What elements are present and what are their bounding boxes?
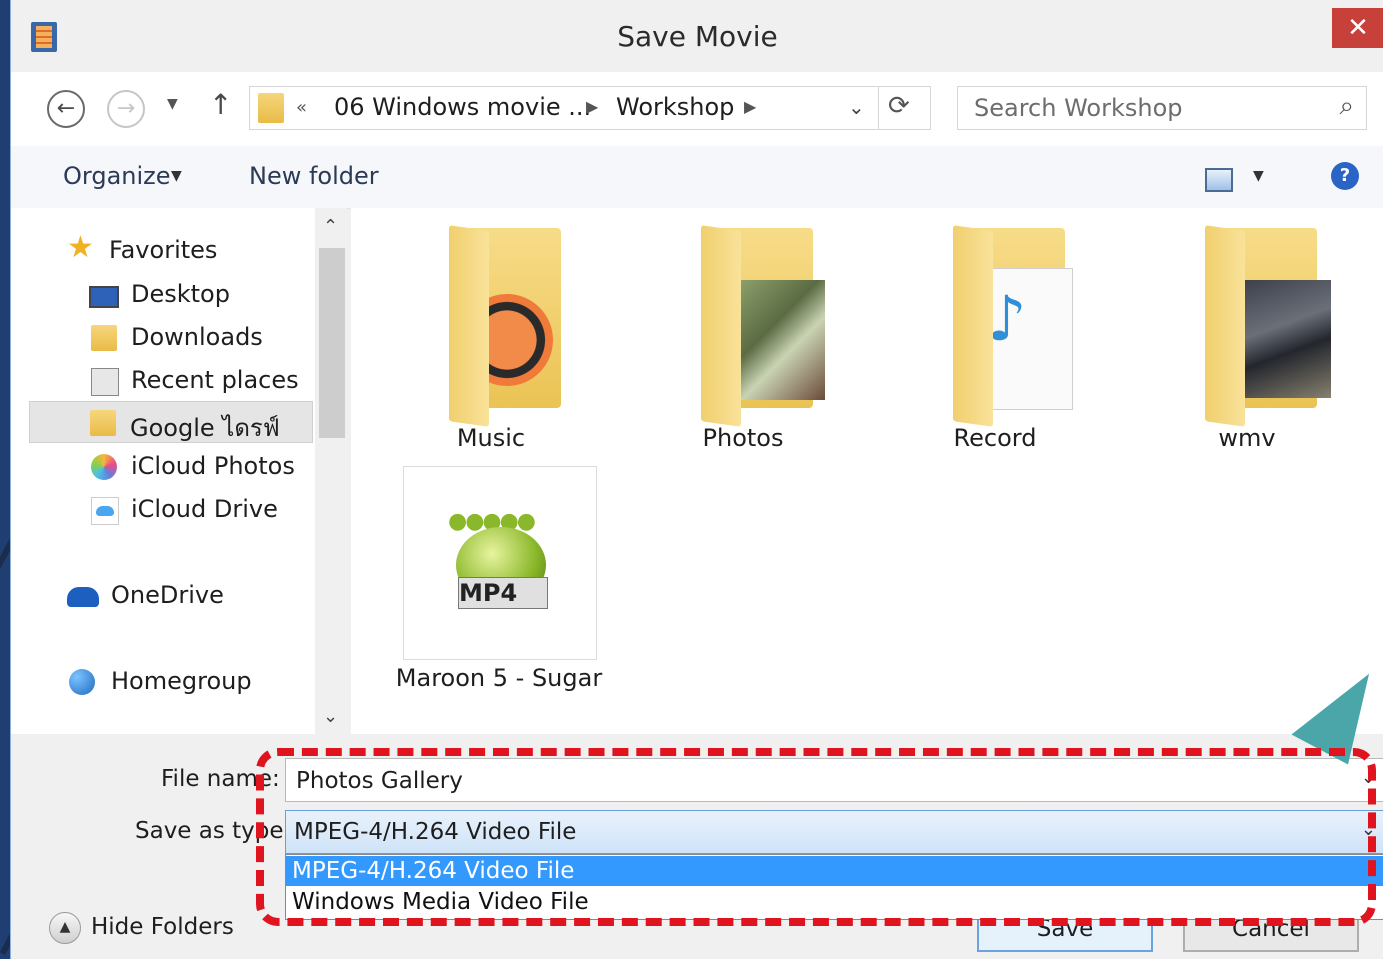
scroll-down-icon[interactable]: ⌄	[323, 706, 338, 727]
folder-label: Photos	[702, 424, 784, 452]
desktop-icon	[89, 286, 119, 308]
folder-icon-front	[449, 225, 489, 427]
chevron-down-icon[interactable]: ⌄	[1361, 767, 1376, 788]
view-options-caret-icon[interactable]: ▼	[1253, 168, 1264, 184]
save-as-type-dropdown-list: MPEG-4/H.264 Video File Windows Media Vi…	[285, 854, 1383, 920]
navigation-bar: ← → ▼ ↑ « 06 Windows movie ... ▶ Worksho…	[11, 72, 1383, 146]
scroll-thumb[interactable]	[319, 248, 345, 438]
google-drive-folder-icon	[90, 410, 116, 436]
save-movie-dialog: Save Movie ✕ ← → ▼ ↑ « 06 Windows movie …	[10, 0, 1383, 959]
folder-icon	[258, 93, 284, 123]
sidebar-item-label: OneDrive	[111, 581, 224, 609]
sidebar-item-onedrive[interactable]: OneDrive	[11, 575, 315, 615]
folder-icon-front	[953, 225, 993, 427]
sidebar-item-label: iCloud Photos	[131, 452, 295, 480]
sidebar-item-label: Recent places	[131, 366, 299, 394]
breadcrumb-item[interactable]: Workshop	[616, 93, 734, 121]
icloud-photos-icon	[91, 454, 117, 480]
photo-thumbnail	[735, 280, 825, 400]
file-label[interactable]: Maroon 5 - Sugar	[393, 664, 605, 692]
file-name-combo[interactable]: ⌄	[285, 758, 1383, 802]
divider	[878, 87, 879, 129]
navigation-pane: ★ Favorites Desktop Downloads Recent pla…	[11, 208, 315, 734]
help-icon[interactable]: ?	[1331, 162, 1359, 190]
sidebar-item-downloads[interactable]: Downloads	[11, 317, 315, 357]
breadcrumb-item[interactable]: 06 Windows movie ...	[334, 93, 591, 121]
folder-label: wmv	[1218, 424, 1276, 452]
sidebar-item-icloud-photos[interactable]: iCloud Photos	[11, 446, 315, 486]
back-button[interactable]: ←	[47, 90, 85, 128]
title-bar: Save Movie ✕	[11, 0, 1383, 72]
change-view-icon[interactable]	[1205, 168, 1233, 192]
sidebar-item-icloud-drive[interactable]: iCloud Drive	[11, 489, 315, 529]
video-thumbnail	[1239, 280, 1331, 398]
sidebar-item-label: Downloads	[131, 323, 263, 351]
up-button[interactable]: ↑	[209, 88, 232, 121]
breadcrumb-overflow-button[interactable]: «	[296, 97, 307, 118]
refresh-button[interactable]: ⟳	[888, 91, 910, 121]
onedrive-icon	[67, 587, 99, 607]
breadcrumb-separator-icon[interactable]: ▶	[744, 97, 756, 116]
option-label: Windows Media Video File	[292, 889, 589, 915]
sidebar-item-label: Desktop	[131, 280, 230, 308]
dialog-title: Save Movie	[617, 20, 778, 53]
dropdown-option[interactable]: Windows Media Video File	[286, 887, 1383, 917]
search-input[interactable]	[972, 92, 1316, 124]
address-bar[interactable]: « 06 Windows movie ... ▶ Workshop ▶ ⌄ ⟳	[249, 86, 931, 130]
address-dropdown-button[interactable]: ⌄	[848, 95, 865, 119]
star-icon: ★	[67, 230, 94, 265]
sidebar-item-homegroup[interactable]: Homegroup	[11, 661, 315, 701]
downloads-folder-icon	[91, 325, 117, 351]
folder-icon-front	[701, 225, 741, 427]
option-label: MPEG-4/H.264 Video File	[292, 858, 575, 884]
hide-folders-button[interactable]: Hide Folders	[91, 914, 234, 940]
search-icon[interactable]: ⌕	[1339, 91, 1354, 122]
search-box[interactable]: ⌕	[957, 86, 1367, 130]
save-as-type-select[interactable]: MPEG-4/H.264 Video File ⌄	[285, 810, 1383, 854]
sidebar-item-favorites[interactable]: ★ Favorites	[11, 230, 315, 270]
chevron-down-icon[interactable]: ⌄	[1361, 819, 1376, 840]
homegroup-icon	[69, 669, 95, 695]
mp4-badge: MP4	[458, 577, 548, 609]
file-name-input[interactable]	[294, 765, 1338, 797]
new-folder-button[interactable]: New folder	[249, 162, 379, 190]
sidebar-item-label: Favorites	[109, 236, 218, 264]
dropdown-option-selected[interactable]: MPEG-4/H.264 Video File	[286, 856, 1383, 886]
sidebar-item-recent-places[interactable]: Recent places	[11, 360, 315, 400]
folder-icon-front	[1205, 225, 1245, 427]
breadcrumb-separator-icon[interactable]: ▶	[586, 97, 598, 116]
scroll-up-icon[interactable]: ⌃	[323, 216, 338, 237]
organize-caret-icon[interactable]: ▼	[171, 168, 182, 184]
recent-locations-button[interactable]: ▼	[167, 96, 178, 112]
folder-label: Record	[953, 424, 1037, 452]
save-as-type-value: MPEG-4/H.264 Video File	[294, 819, 577, 845]
save-as-type-label: Save as type:	[135, 818, 292, 844]
file-item-selected[interactable]: ●●●●● MP4	[403, 466, 597, 660]
command-bar: Organize ▼ New folder ▼ ?	[11, 146, 1383, 209]
sidebar-item-label: Homegroup	[111, 667, 252, 695]
hide-folders-icon[interactable]: ▲	[49, 912, 81, 944]
forward-button[interactable]: →	[107, 90, 145, 128]
save-form: File name: ⌄ Save as type: MPEG-4/H.264 …	[11, 734, 1383, 959]
icloud-drive-icon	[91, 497, 119, 525]
close-button[interactable]: ✕	[1332, 8, 1383, 48]
navigation-scrollbar[interactable]: ⌃ ⌄	[315, 208, 347, 734]
sidebar-item-desktop[interactable]: Desktop	[11, 274, 315, 314]
file-name-label: File name:	[161, 766, 280, 792]
organize-button[interactable]: Organize	[63, 162, 171, 190]
folder-label: Music	[456, 424, 526, 452]
sidebar-item-google-drive[interactable]: Google ไดรฟ์	[29, 401, 313, 443]
sidebar-item-label: iCloud Drive	[131, 495, 278, 523]
recent-places-icon	[91, 368, 119, 396]
sidebar-item-label: Google ไดรฟ์	[130, 414, 280, 442]
